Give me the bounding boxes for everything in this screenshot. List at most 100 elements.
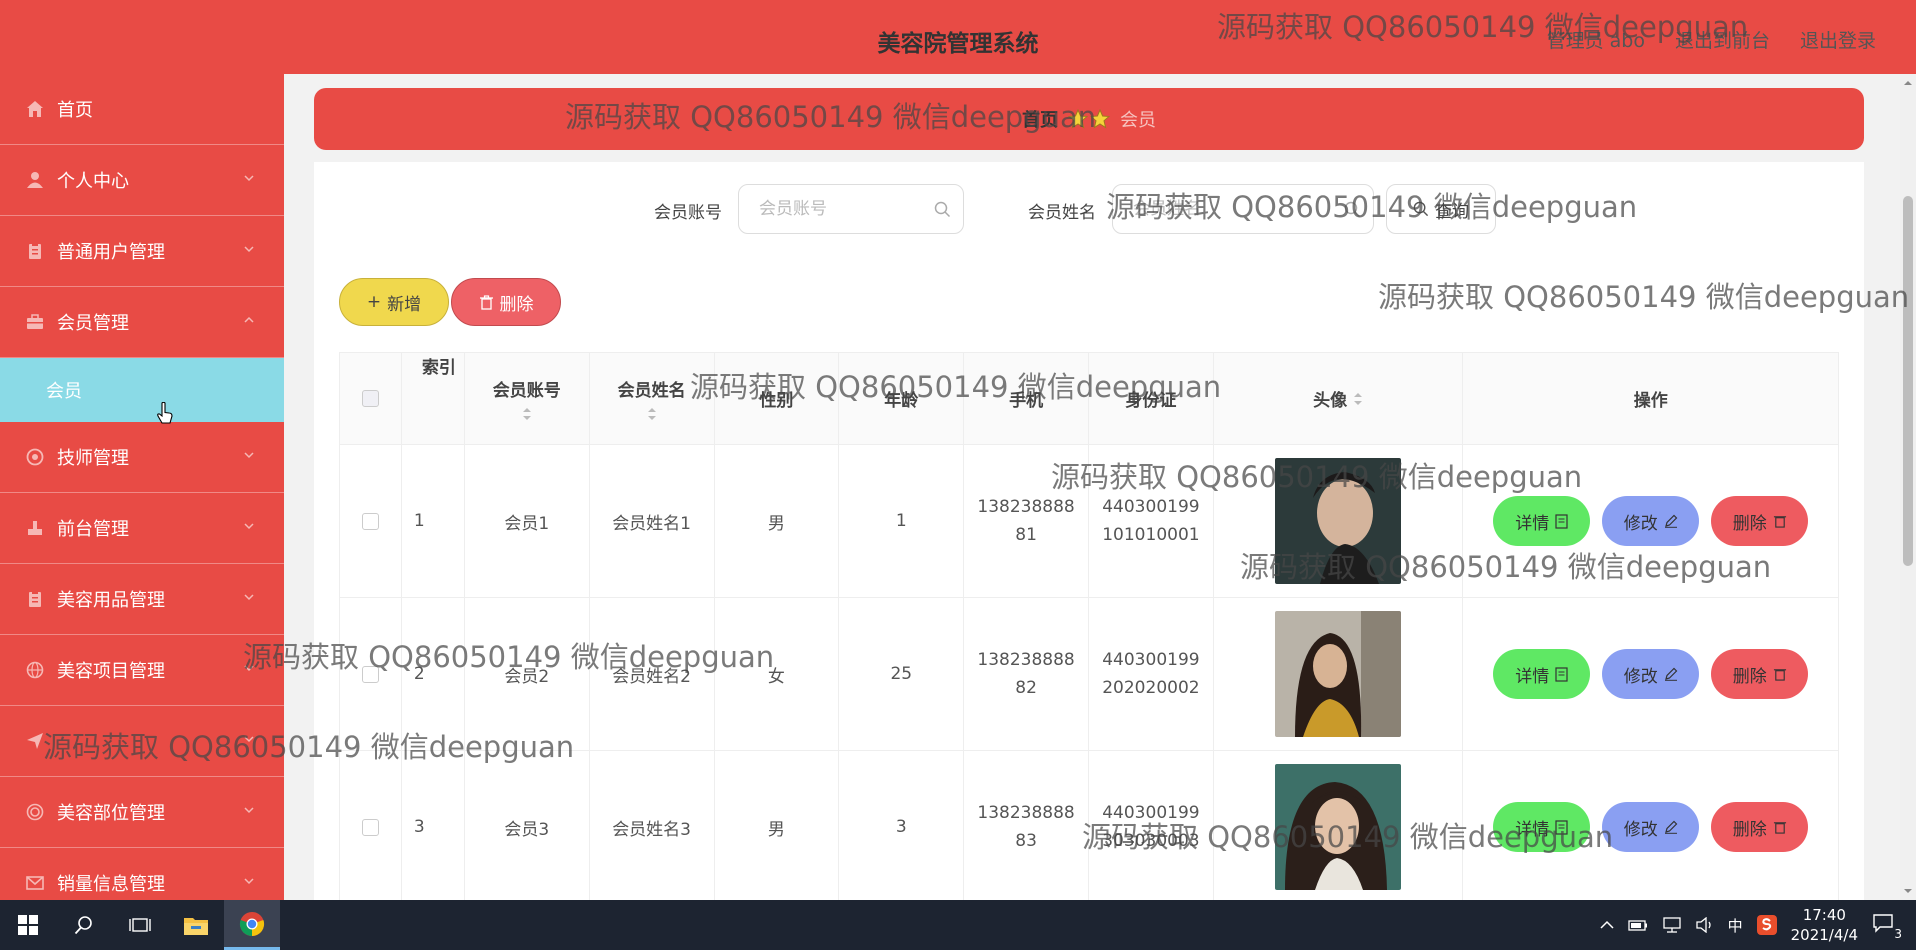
sidebar-subitem-member[interactable]: 会员 [0,358,284,422]
row-checkbox[interactable] [361,818,379,836]
scroll-thumb[interactable] [1903,196,1913,566]
sidebar-item-front-desk[interactable]: 前台管理 [0,493,284,564]
sidebar-item-beauty-parts-hidden[interactable] [0,706,284,777]
avatar-image[interactable] [1275,458,1402,584]
ime-indicator[interactable]: 中 [1728,915,1743,936]
sidebar-item-home[interactable]: 首页 [0,74,284,145]
detail-button[interactable]: 详情 [1493,802,1591,852]
page-scrollbar[interactable] [1900,74,1916,900]
query-label: 查询 [1435,201,1469,222]
briefcase-icon [25,312,45,332]
header-id-card[interactable]: 身份证 [1089,353,1214,444]
edit-button[interactable]: 修改 [1602,802,1700,852]
delete-button[interactable]: 删除 [1711,496,1809,546]
trash-icon [1773,822,1786,834]
sort-icon[interactable] [522,407,532,421]
batch-delete-button[interactable]: 删除 [451,278,561,326]
delete-label: 删除 [499,294,534,315]
header-avatar[interactable]: 头像 [1214,353,1464,444]
header-name[interactable]: 会员姓名 [590,353,715,444]
cell-name: 会员姓名2 [590,598,715,750]
logout-link[interactable]: 退出登录 [1800,26,1876,53]
sidebar-item-beauty-products[interactable]: 美容用品管理 [0,564,284,635]
delete-button[interactable]: 删除 [1711,802,1809,852]
back-to-front-link[interactable]: 退出到前台 [1675,26,1770,53]
add-button[interactable]: + 新增 [339,278,449,326]
tray-chevron-icon[interactable] [1600,920,1614,930]
breadcrumb: 首页 会员 [314,88,1864,150]
chevron-down-icon [244,736,254,743]
cell-avatar [1214,445,1464,597]
sidebar-item-label: 美容用品管理 [57,590,165,611]
cell-ops: 详情 修改 删除 [1463,445,1838,597]
battery-icon[interactable] [1627,919,1648,931]
cell-phone: 138238888 82 [964,598,1089,750]
chevron-down-icon [244,246,254,253]
header-avatar-label: 头像 [1313,391,1348,411]
table-row: 2 会员2 会员姓名2 女 25 138238888 82 440300199 … [340,598,1838,751]
header-phone[interactable]: 手机 [964,353,1089,444]
detail-button[interactable]: 详情 [1493,496,1591,546]
edit-button[interactable]: 修改 [1602,649,1700,699]
sidebar-item-sales[interactable]: 销量信息管理 [0,848,284,900]
task-view-icon[interactable] [112,900,168,950]
row-checkbox[interactable] [361,512,379,530]
cell-index: 2 [402,598,465,750]
target-icon [25,802,45,822]
search-form: 会员账号 会员姓名 查询 [314,184,1864,236]
volume-icon[interactable] [1695,917,1714,933]
avatar-image[interactable] [1275,764,1402,890]
header-name-label: 会员姓名 [617,381,686,401]
sidebar-item-label: 美容部位管理 [57,803,165,824]
delete-label: 删除 [1732,819,1767,840]
document-icon [1555,819,1568,835]
cell-avatar [1214,751,1464,903]
chevron-down-icon [244,523,254,530]
chevron-up-icon [244,316,254,323]
notification-center[interactable]: 3 [1872,913,1902,941]
sidebar-item-beauty-projects[interactable]: 美容项目管理 [0,635,284,706]
taskbar-clock[interactable]: 17:40 2021/4/4 [1791,905,1858,945]
members-table: 索引 会员账号 会员姓名 性别 年龄 手机 身份证 头像 操作 1 会员1 会员… [339,352,1839,905]
network-icon[interactable] [1662,917,1682,933]
query-button[interactable]: 查询 [1386,184,1496,234]
plus-icon: + [366,292,382,312]
chrome-icon[interactable] [224,900,280,950]
header-account[interactable]: 会员账号 [465,353,590,444]
taskbar-search-icon[interactable] [56,900,112,950]
add-label: 新增 [387,294,422,315]
sort-icon[interactable] [647,407,657,421]
admin-user-link[interactable]: 管理员 abo [1547,26,1645,53]
file-explorer-icon[interactable] [168,900,224,950]
breadcrumb-home[interactable]: 首页 [1022,106,1058,132]
select-all-checkbox[interactable] [361,390,379,407]
scroll-up-icon[interactable] [1903,78,1913,88]
sidebar-item-users[interactable]: 普通用户管理 [0,216,284,287]
windows-start-icon[interactable] [0,900,56,950]
sogou-input-icon[interactable] [1756,915,1777,935]
name-search-input[interactable] [1113,185,1373,233]
header-links: 管理员 abo 退出到前台 退出登录 [1547,26,1876,53]
scroll-down-icon[interactable] [1903,886,1913,896]
sort-icon[interactable] [1353,392,1363,406]
header-sex[interactable]: 性别 [715,353,840,444]
mail-icon [25,873,45,893]
clock-date: 2021/4/4 [1790,926,1858,944]
sidebar-item-label: 普通用户管理 [57,242,165,263]
sidebar-item-technicians[interactable]: 技师管理 [0,422,284,493]
account-search-input[interactable] [739,185,963,233]
sidebar-item-members[interactable]: 会员管理 [0,287,284,358]
edit-button[interactable]: 修改 [1602,496,1700,546]
sidebar-item-personal-center[interactable]: 个人中心 [0,145,284,216]
row-checkbox[interactable] [361,665,379,683]
account-search-field[interactable] [738,184,964,234]
header-age[interactable]: 年龄 [839,353,965,444]
cell-id-line2: 101010001 [1102,525,1200,545]
avatar-image[interactable] [1275,611,1402,737]
delete-button[interactable]: 删除 [1711,649,1809,699]
detail-label: 详情 [1515,819,1550,840]
detail-button[interactable]: 详情 [1493,649,1591,699]
cell-index: 3 [402,751,465,903]
name-search-field[interactable] [1112,184,1374,234]
sidebar-item-beauty-parts[interactable]: 美容部位管理 [0,777,284,848]
